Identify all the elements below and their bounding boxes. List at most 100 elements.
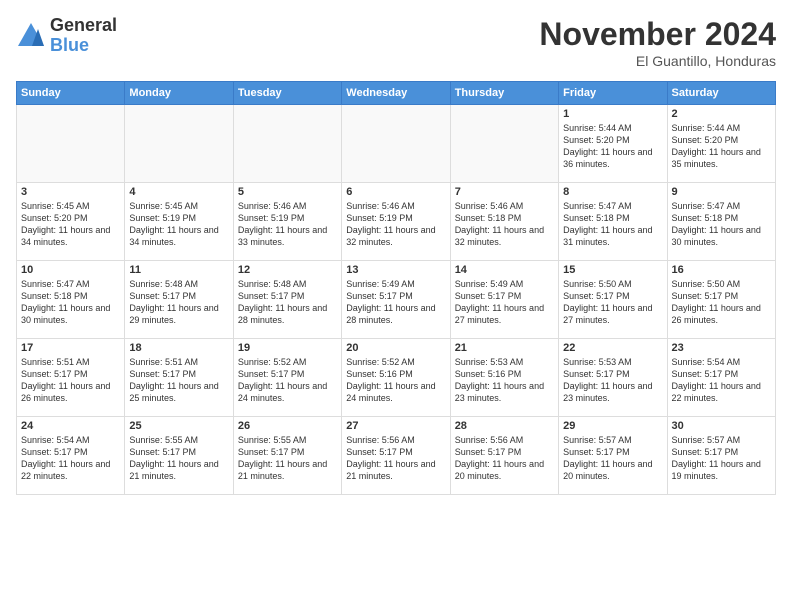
day-number: 27 [346,420,445,432]
day-info: Sunrise: 5:54 AM Sunset: 5:17 PM Dayligh… [21,434,120,483]
day-info: Sunrise: 5:46 AM Sunset: 5:19 PM Dayligh… [238,200,337,249]
day-number: 26 [238,420,337,432]
day-info: Sunrise: 5:46 AM Sunset: 5:19 PM Dayligh… [346,200,445,249]
day-info: Sunrise: 5:47 AM Sunset: 5:18 PM Dayligh… [672,200,771,249]
day-info: Sunrise: 5:57 AM Sunset: 5:17 PM Dayligh… [563,434,662,483]
weekday-header: Friday [559,82,667,105]
day-info: Sunrise: 5:45 AM Sunset: 5:20 PM Dayligh… [21,200,120,249]
logo-icon [16,21,46,51]
calendar-cell [450,105,558,183]
day-number: 12 [238,264,337,276]
day-number: 3 [21,186,120,198]
calendar-cell: 18 Sunrise: 5:51 AM Sunset: 5:17 PM Dayli… [125,339,233,417]
calendar: SundayMondayTuesdayWednesdayThursdayFrid… [16,81,776,495]
day-number: 29 [563,420,662,432]
weekday-header: Sunday [17,82,125,105]
day-number: 16 [672,264,771,276]
day-info: Sunrise: 5:44 AM Sunset: 5:20 PM Dayligh… [563,122,662,171]
calendar-cell [342,105,450,183]
calendar-cell: 19 Sunrise: 5:52 AM Sunset: 5:17 PM Dayli… [233,339,341,417]
day-info: Sunrise: 5:55 AM Sunset: 5:17 PM Dayligh… [129,434,228,483]
day-info: Sunrise: 5:54 AM Sunset: 5:17 PM Dayligh… [672,356,771,405]
weekday-header: Tuesday [233,82,341,105]
calendar-cell [125,105,233,183]
day-number: 1 [563,108,662,120]
calendar-cell: 14 Sunrise: 5:49 AM Sunset: 5:17 PM Dayli… [450,261,558,339]
calendar-cell: 17Sunrise: 5:51 AM Sunset: 5:17 PM Dayli… [17,339,125,417]
day-number: 9 [672,186,771,198]
logo: General Blue [16,16,117,56]
day-number: 4 [129,186,228,198]
title-area: November 2024 El Guantillo, Honduras [539,16,776,69]
calendar-cell: 11 Sunrise: 5:48 AM Sunset: 5:17 PM Dayli… [125,261,233,339]
calendar-cell: 2 Sunrise: 5:44 AM Sunset: 5:20 PM Daylig… [667,105,775,183]
day-number: 19 [238,342,337,354]
calendar-cell: 10Sunrise: 5:47 AM Sunset: 5:18 PM Dayli… [17,261,125,339]
calendar-cell: 15 Sunrise: 5:50 AM Sunset: 5:17 PM Dayli… [559,261,667,339]
day-number: 18 [129,342,228,354]
calendar-week-row: 24 Sunrise: 5:54 AM Sunset: 5:17 PM Dayli… [17,417,776,495]
calendar-cell: 20 Sunrise: 5:52 AM Sunset: 5:16 PM Dayli… [342,339,450,417]
day-number: 5 [238,186,337,198]
calendar-cell: 8Sunrise: 5:47 AM Sunset: 5:18 PM Daylig… [559,183,667,261]
day-info: Sunrise: 5:53 AM Sunset: 5:17 PM Dayligh… [563,356,662,405]
location: El Guantillo, Honduras [539,53,776,69]
day-number: 10 [21,264,120,276]
day-number: 11 [129,264,228,276]
calendar-week-row: 3 Sunrise: 5:45 AM Sunset: 5:20 PM Daylig… [17,183,776,261]
month-title: November 2024 [539,16,776,53]
day-info: Sunrise: 5:57 AM Sunset: 5:17 PM Dayligh… [672,434,771,483]
day-info: Sunrise: 5:49 AM Sunset: 5:17 PM Dayligh… [346,278,445,327]
day-info: Sunrise: 5:50 AM Sunset: 5:17 PM Dayligh… [672,278,771,327]
calendar-week-row: 10Sunrise: 5:47 AM Sunset: 5:18 PM Dayli… [17,261,776,339]
weekday-header-row: SundayMondayTuesdayWednesdayThursdayFrid… [17,82,776,105]
weekday-header: Wednesday [342,82,450,105]
page-header: General Blue November 2024 El Guantillo,… [16,16,776,69]
calendar-week-row: 1 Sunrise: 5:44 AM Sunset: 5:20 PM Daylig… [17,105,776,183]
day-info: Sunrise: 5:46 AM Sunset: 5:18 PM Dayligh… [455,200,554,249]
calendar-cell: 26 Sunrise: 5:55 AM Sunset: 5:17 PM Dayli… [233,417,341,495]
weekday-header: Saturday [667,82,775,105]
weekday-header: Thursday [450,82,558,105]
day-info: Sunrise: 5:52 AM Sunset: 5:17 PM Dayligh… [238,356,337,405]
day-info: Sunrise: 5:53 AM Sunset: 5:16 PM Dayligh… [455,356,554,405]
calendar-cell: 30 Sunrise: 5:57 AM Sunset: 5:17 PM Dayli… [667,417,775,495]
day-info: Sunrise: 5:52 AM Sunset: 5:16 PM Dayligh… [346,356,445,405]
day-info: Sunrise: 5:44 AM Sunset: 5:20 PM Dayligh… [672,122,771,171]
calendar-cell: 9 Sunrise: 5:47 AM Sunset: 5:18 PM Daylig… [667,183,775,261]
day-info: Sunrise: 5:48 AM Sunset: 5:17 PM Dayligh… [129,278,228,327]
calendar-cell: 3 Sunrise: 5:45 AM Sunset: 5:20 PM Daylig… [17,183,125,261]
day-number: 24 [21,420,120,432]
day-number: 20 [346,342,445,354]
day-number: 30 [672,420,771,432]
calendar-cell: 29 Sunrise: 5:57 AM Sunset: 5:17 PM Dayli… [559,417,667,495]
calendar-cell: 28Sunrise: 5:56 AM Sunset: 5:17 PM Dayli… [450,417,558,495]
calendar-cell: 16 Sunrise: 5:50 AM Sunset: 5:17 PM Dayli… [667,261,775,339]
calendar-cell [17,105,125,183]
day-number: 7 [455,186,554,198]
calendar-cell: 23 Sunrise: 5:54 AM Sunset: 5:17 PM Dayli… [667,339,775,417]
day-number: 25 [129,420,228,432]
calendar-cell: 27Sunrise: 5:56 AM Sunset: 5:17 PM Dayli… [342,417,450,495]
day-info: Sunrise: 5:51 AM Sunset: 5:17 PM Dayligh… [21,356,120,405]
calendar-cell: 5 Sunrise: 5:46 AM Sunset: 5:19 PM Daylig… [233,183,341,261]
day-number: 23 [672,342,771,354]
day-number: 28 [455,420,554,432]
day-number: 21 [455,342,554,354]
calendar-cell: 1 Sunrise: 5:44 AM Sunset: 5:20 PM Daylig… [559,105,667,183]
logo-general: General [50,16,117,36]
day-number: 14 [455,264,554,276]
day-info: Sunrise: 5:51 AM Sunset: 5:17 PM Dayligh… [129,356,228,405]
calendar-cell: 6Sunrise: 5:46 AM Sunset: 5:19 PM Daylig… [342,183,450,261]
calendar-cell: 7 Sunrise: 5:46 AM Sunset: 5:18 PM Daylig… [450,183,558,261]
day-number: 22 [563,342,662,354]
day-number: 13 [346,264,445,276]
day-info: Sunrise: 5:55 AM Sunset: 5:17 PM Dayligh… [238,434,337,483]
day-number: 2 [672,108,771,120]
day-info: Sunrise: 5:50 AM Sunset: 5:17 PM Dayligh… [563,278,662,327]
day-number: 15 [563,264,662,276]
calendar-cell: 25 Sunrise: 5:55 AM Sunset: 5:17 PM Dayli… [125,417,233,495]
day-info: Sunrise: 5:49 AM Sunset: 5:17 PM Dayligh… [455,278,554,327]
day-number: 8 [563,186,662,198]
calendar-cell: 12Sunrise: 5:48 AM Sunset: 5:17 PM Dayli… [233,261,341,339]
